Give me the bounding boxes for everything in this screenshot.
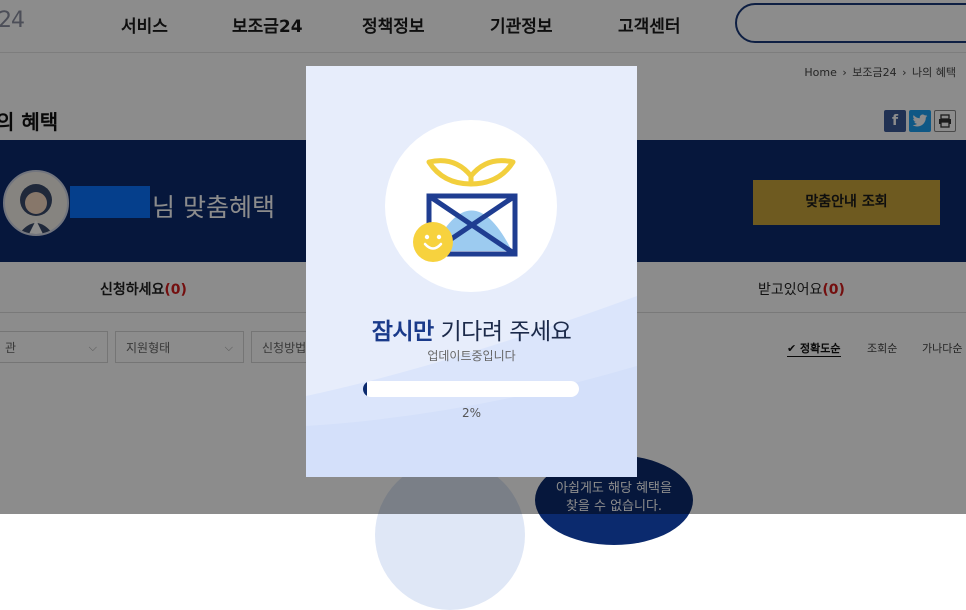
progress-bar — [363, 381, 579, 397]
gift-illustration — [385, 120, 557, 292]
progress-bar-fill — [363, 381, 367, 397]
progress-percent: 2% — [461, 406, 482, 420]
loading-subtitle: 업데이트중입니다 — [427, 349, 516, 363]
loading-title-rest: 기다려 주세요 — [433, 319, 572, 345]
loading-title-bold: 잠시만 — [371, 319, 434, 345]
loading-modal: 잠시만 기다려 주세요 업데이트중입니다 2% — [306, 66, 637, 477]
loading-title: 잠시만 기다려 주세요 — [306, 312, 637, 346]
